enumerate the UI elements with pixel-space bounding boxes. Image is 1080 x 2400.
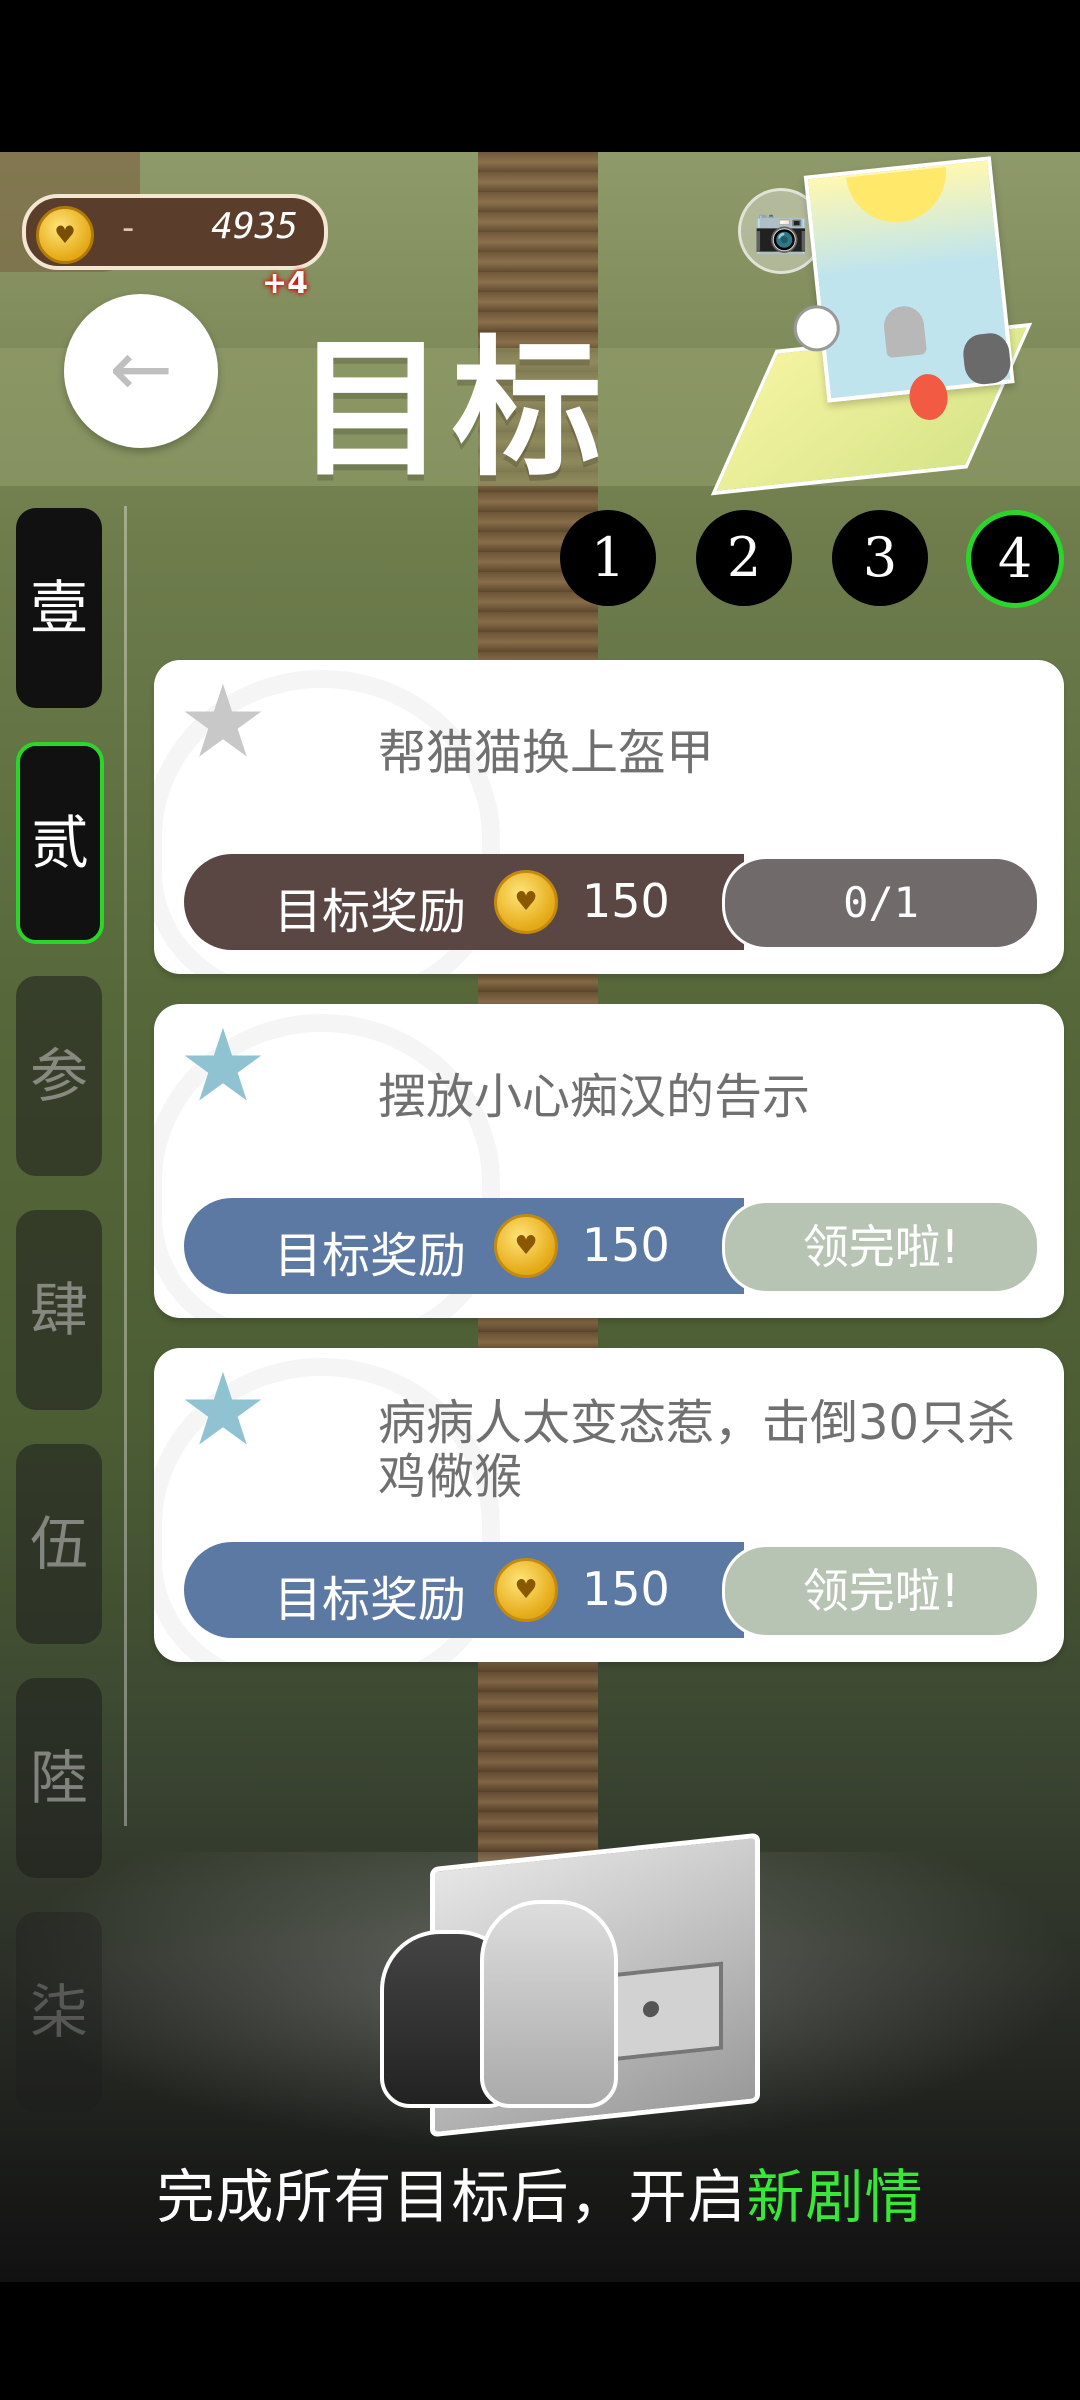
- bunny-character: [480, 1900, 618, 2108]
- story-scene-illustration: [710, 153, 1056, 501]
- page-button-3[interactable]: 3: [832, 510, 928, 606]
- goal-description: 帮猫猫换上盔甲: [378, 725, 715, 781]
- back-button[interactable]: ←: [64, 294, 218, 448]
- chapter-tab-3[interactable]: 参: [16, 976, 102, 1176]
- back-arrow-icon: ←: [109, 324, 173, 413]
- claimed-button[interactable]: 领完啦!: [722, 1544, 1040, 1638]
- reward-info: 目标奖励 ♥ 150: [184, 1542, 744, 1638]
- tab-divider: [124, 506, 127, 1826]
- page-button-4[interactable]: 4: [966, 510, 1064, 608]
- reward-label: 目标奖励: [274, 1572, 467, 1628]
- goal-description: 摆放小心痴汉的告示: [378, 1069, 811, 1125]
- goal-card: ★ 摆放小心痴汉的告示 目标奖励 ♥ 150 领完啦!: [154, 1004, 1064, 1318]
- star-icon: ★: [178, 1007, 268, 1124]
- chapter-tab-7[interactable]: 柒: [16, 1912, 102, 2112]
- coin-icon: ♥: [36, 206, 94, 264]
- cat-character: [961, 331, 1013, 387]
- coin-separator: -: [122, 208, 135, 248]
- reward-bar: 目标奖励 ♥ 150 0/1: [184, 854, 1042, 950]
- goal-card: ★ 病病人太变态惹，击倒30只杀鸡儆猴 目标奖励 ♥ 150 领完啦!: [154, 1348, 1064, 1662]
- star-icon: ★: [178, 663, 268, 780]
- goal-card: ★ 帮猫猫换上盔甲 目标奖励 ♥ 150 0/1: [154, 660, 1064, 974]
- coin-icon: ♥: [494, 1558, 558, 1622]
- reward-bar: 目标奖励 ♥ 150 领完啦!: [184, 1542, 1042, 1638]
- unlock-message: 完成所有目标后，开启新剧情: [0, 2150, 1080, 2234]
- goal-progress-button[interactable]: 0/1: [722, 856, 1040, 950]
- coin-icon: ♥: [494, 870, 558, 934]
- reward-info: 目标奖励 ♥ 150: [184, 854, 744, 950]
- reward-info: 目标奖励 ♥ 150: [184, 1198, 744, 1294]
- coin-value: 4935: [211, 206, 298, 247]
- goal-description: 病病人太变态惹，击倒30只杀鸡儆猴: [378, 1395, 1016, 1505]
- chapter-tab-1[interactable]: 壹: [16, 508, 102, 708]
- reward-label: 目标奖励: [274, 884, 467, 940]
- coin-counter: ♥ - 4935: [22, 194, 328, 270]
- star-icon: ★: [178, 1351, 268, 1468]
- chapter-tab-2[interactable]: 贰: [16, 742, 104, 944]
- reward-amount: 150: [582, 874, 670, 928]
- reward-label: 目标奖励: [274, 1228, 467, 1284]
- new-story-highlight: 新剧情: [746, 2163, 924, 2231]
- page-button-2[interactable]: 2: [696, 510, 792, 606]
- chapter-tab-6[interactable]: 陸: [16, 1678, 102, 1878]
- page-button-1[interactable]: 1: [560, 510, 656, 606]
- reward-bar: 目标奖励 ♥ 150 领完啦!: [184, 1198, 1042, 1294]
- chapter-tab-5[interactable]: 伍: [16, 1444, 102, 1644]
- chapter-tab-4[interactable]: 肆: [16, 1210, 102, 1410]
- claimed-button[interactable]: 领完啦!: [722, 1200, 1040, 1294]
- reward-amount: 150: [582, 1562, 670, 1616]
- page-title: 目标: [296, 323, 609, 497]
- reward-amount: 150: [582, 1218, 670, 1272]
- unlock-message-text: 完成所有目标后，开启: [156, 2163, 747, 2231]
- coin-icon: ♥: [494, 1214, 558, 1278]
